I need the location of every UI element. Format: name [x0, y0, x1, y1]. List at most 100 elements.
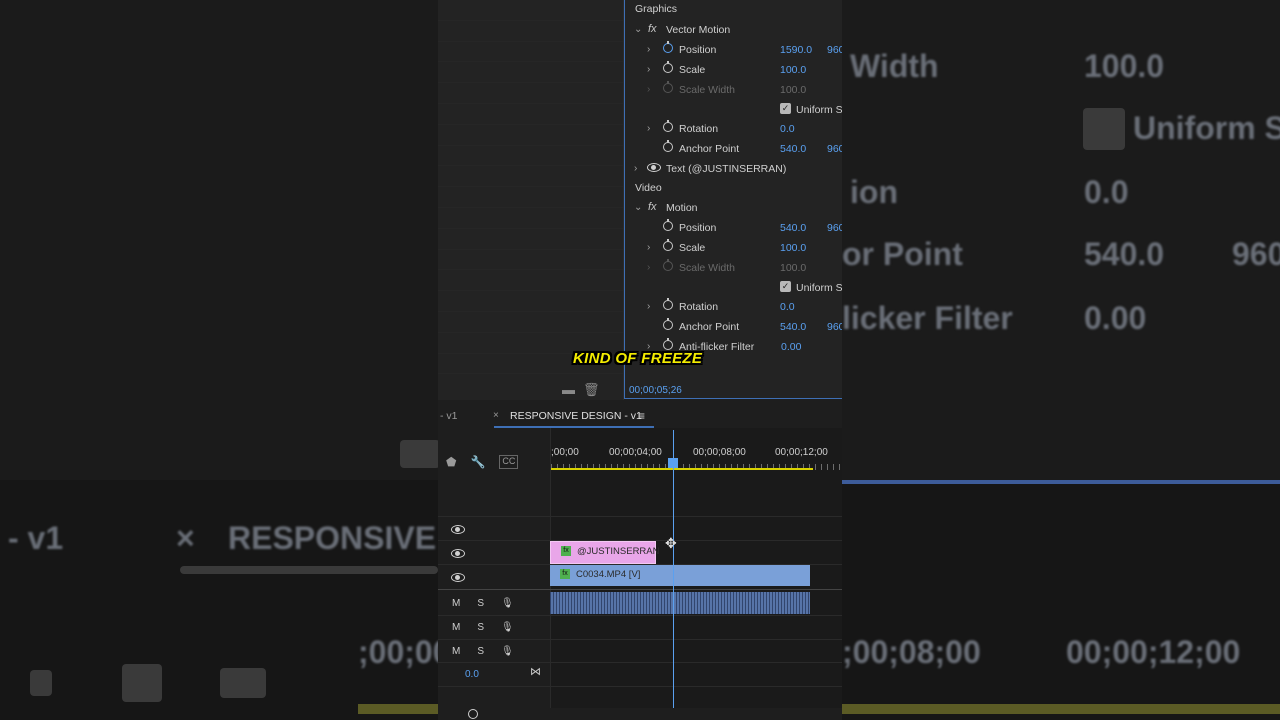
prop-scale[interactable]: › Scale 100.0 [625, 238, 842, 258]
stopwatch-icon [663, 81, 673, 93]
bg-text: 00;00;12;00 [1066, 634, 1241, 670]
fx-icon: fx [648, 23, 657, 35]
effect-text-layer[interactable]: › Text (@JUSTINSERRAN) [625, 159, 842, 179]
chevron-right-icon[interactable]: › [647, 242, 650, 253]
bg-wrench-icon [122, 664, 162, 702]
stopwatch-icon[interactable] [663, 120, 673, 132]
chevron-down-icon[interactable]: ⌄ [634, 24, 642, 35]
solo-button[interactable]: S [477, 646, 484, 657]
stopwatch-icon[interactable] [663, 219, 673, 231]
timeline-tools: ⬟ 🔧 CC [446, 455, 519, 469]
bg-text: ;00;00 [358, 634, 451, 670]
chevron-down-icon[interactable]: ⌄ [634, 202, 642, 213]
fx-icon: fx [648, 201, 657, 213]
bg-text: 540.0 [1084, 236, 1165, 272]
stopwatch-icon [663, 259, 673, 271]
mute-button[interactable]: M [452, 622, 460, 633]
wrench-icon[interactable]: 🔧 [470, 455, 485, 469]
chevron-right-icon[interactable]: › [647, 301, 650, 312]
prop-scale[interactable]: › Scale 100.0 [625, 60, 842, 80]
go-to-end-icon[interactable]: ⋈ [530, 665, 541, 678]
solo-button[interactable]: S [477, 598, 484, 609]
zoom-scroll-handle[interactable] [468, 709, 478, 719]
playhead[interactable] [673, 430, 674, 708]
mic-icon[interactable]: 🎙 [501, 622, 514, 633]
menu-icon[interactable]: ≡ [638, 409, 645, 423]
cc-icon[interactable]: CC [499, 455, 519, 469]
chevron-right-icon: › [647, 84, 651, 95]
prop-position[interactable]: › Position 1590.0 960 [625, 40, 842, 60]
prop-uniform-scale[interactable]: ✓ Uniform S [625, 100, 842, 120]
bg-text: 100.0 [1084, 48, 1165, 84]
bg-marker-icon [30, 670, 52, 696]
work-area-bar[interactable] [551, 468, 813, 470]
audio-track-controls: M S 🎙 [452, 646, 514, 657]
playhead-handle[interactable] [668, 458, 678, 468]
section-graphics: Graphics [635, 3, 678, 15]
audio-track-controls: M S 🎙 [452, 622, 514, 633]
video-caption: KIND OF FREEZE [573, 350, 703, 367]
chevron-right-icon[interactable]: › [647, 44, 650, 55]
mute-button[interactable]: M [452, 598, 460, 609]
bg-text: 0.00 [1084, 300, 1147, 336]
eye-icon[interactable] [451, 525, 465, 534]
prop-uniform-scale[interactable]: ✓ Uniform S [625, 278, 842, 298]
eye-icon[interactable] [647, 163, 661, 172]
effect-vector-motion[interactable]: ⌄ fx Vector Motion [625, 20, 842, 40]
bg-text: Width [850, 48, 939, 84]
graphic-clip[interactable]: fx @JUSTINSERRAN [550, 541, 660, 564]
prop-anchor-point[interactable]: Anchor Point 540.0 960 [625, 317, 842, 337]
checkbox-checked-icon[interactable]: ✓ [780, 103, 791, 114]
bg-folder-icon [400, 440, 440, 468]
bg-text: Uniform S [1133, 110, 1280, 146]
chevron-right-icon[interactable]: › [647, 64, 650, 75]
bg-text: or Point [842, 236, 963, 272]
eye-icon[interactable] [451, 573, 465, 582]
ruler-label: 00;00;12;00 [775, 447, 828, 458]
prop-anchor-point[interactable]: Anchor Point 540.0 960 [625, 139, 842, 159]
bg-tab-underline [180, 566, 438, 574]
mute-button[interactable]: M [452, 646, 460, 657]
solo-button[interactable]: S [477, 622, 484, 633]
bg-text: × [176, 520, 195, 556]
video-clip[interactable]: fx C0034.MP4 [V] [550, 565, 810, 586]
prop-scale-width: › Scale Width 100.0 [647, 81, 807, 96]
chevron-right-icon[interactable]: › [634, 163, 637, 174]
audio-clip[interactable] [550, 592, 810, 614]
close-icon[interactable]: × [493, 410, 499, 421]
new-bin-icon[interactable]: ▬ [562, 382, 575, 398]
checkbox-checked-icon[interactable]: ✓ [780, 281, 791, 292]
stopwatch-icon[interactable] [663, 318, 673, 330]
bg-cc-icon [220, 668, 266, 698]
mic-icon[interactable]: 🎙 [501, 598, 514, 609]
bg-text: RESPONSIVE D [228, 520, 469, 556]
prop-rotation[interactable]: › Rotation 0.0 [625, 119, 842, 139]
ruler-label: 00;00;08;00 [693, 447, 746, 458]
stopwatch-icon[interactable] [663, 239, 673, 251]
bg-text: 960 [1232, 236, 1280, 272]
chevron-right-icon[interactable]: › [647, 123, 650, 134]
timeline-tabs: - v1 × RESPONSIVE DESIGN - v1 ≡ [438, 404, 842, 428]
chevron-right-icon: › [647, 262, 651, 273]
prop-position[interactable]: Position 540.0 960 [625, 218, 842, 238]
fx-badge-icon: fx [560, 569, 570, 579]
fx-badge-icon: fx [561, 546, 571, 556]
effect-controls-timecode[interactable]: 00;00;05;26 [629, 385, 682, 396]
prop-rotation[interactable]: › Rotation 0.0 [625, 297, 842, 317]
marker-icon[interactable]: ⬟ [446, 455, 456, 469]
ruler-label: 00;00;04;00 [609, 447, 662, 458]
bg-checkbox-icon [1083, 108, 1125, 150]
master-volume[interactable]: 0.0 [465, 669, 479, 680]
effect-controls-panel: Graphics ⌄ fx Vector Motion › Position 1… [624, 0, 842, 399]
stopwatch-icon[interactable] [663, 61, 673, 73]
eye-icon[interactable] [451, 549, 465, 558]
effect-motion[interactable]: ⌄ fx Motion [625, 198, 842, 218]
trash-icon[interactable]: 🗑 [583, 382, 600, 398]
stopwatch-icon[interactable] [663, 41, 673, 53]
stopwatch-icon[interactable] [663, 140, 673, 152]
mic-icon[interactable]: 🎙 [501, 646, 514, 657]
stopwatch-icon[interactable] [663, 338, 673, 350]
stopwatch-icon[interactable] [663, 298, 673, 310]
tab-previous-sequence[interactable]: - v1 [440, 410, 458, 422]
tab-responsive-design[interactable]: RESPONSIVE DESIGN - v1 [510, 410, 642, 422]
